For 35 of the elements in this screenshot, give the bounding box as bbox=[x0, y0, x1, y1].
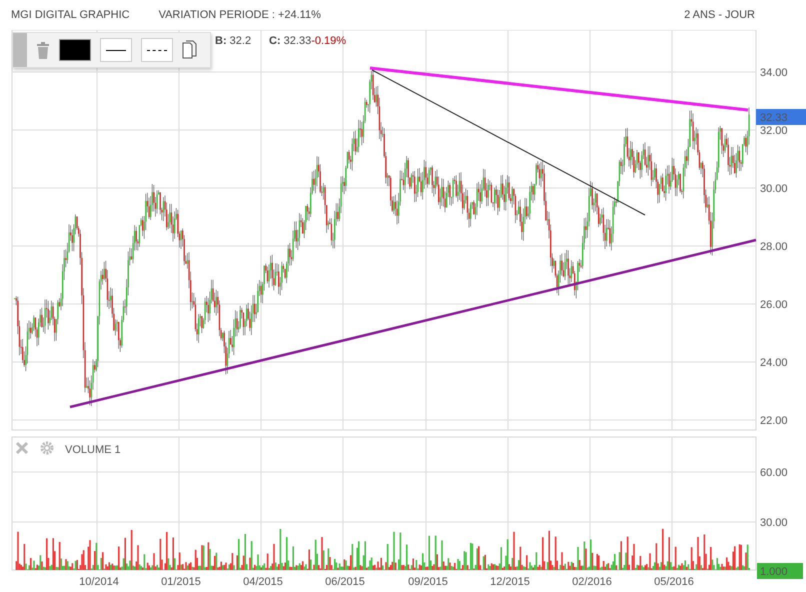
toolbar-handle[interactable] bbox=[13, 33, 27, 67]
date-axis-label: 05/2016 bbox=[654, 576, 694, 588]
price-axis-label: 22.00 bbox=[760, 415, 788, 427]
period-label: 2 ANS - JOUR bbox=[684, 9, 755, 21]
stock-title: MGI DIGITAL GRAPHIC bbox=[11, 9, 130, 21]
solid-line-button[interactable] bbox=[100, 38, 132, 62]
date-axis-label: 02/2016 bbox=[572, 576, 612, 588]
price-axis-label: 32.00 bbox=[760, 125, 788, 137]
last-volume-badge bbox=[757, 563, 803, 579]
trash-icon[interactable] bbox=[36, 42, 50, 58]
price-axis-label: 34.00 bbox=[760, 67, 788, 79]
price-reading: C: 32.33-0.19% bbox=[269, 35, 346, 47]
date-axis-label: 06/2015 bbox=[325, 576, 365, 588]
price-axis-label: 24.00 bbox=[760, 357, 788, 369]
volume-axis-label: 30.00 bbox=[760, 517, 788, 529]
price-axis-label: 30.00 bbox=[760, 183, 788, 195]
close-icon[interactable] bbox=[16, 442, 28, 454]
date-axis-label: 12/2015 bbox=[490, 576, 530, 588]
dashed-line-button[interactable] bbox=[141, 38, 173, 62]
settings-icon[interactable] bbox=[40, 442, 54, 454]
color-swatch[interactable] bbox=[59, 39, 91, 61]
copy-icon[interactable] bbox=[182, 40, 197, 60]
date-axis-label: 09/2015 bbox=[408, 576, 448, 588]
volume-title: VOLUME 1 bbox=[65, 444, 121, 456]
price-axis-label: 28.00 bbox=[760, 241, 788, 253]
date-axis-label: 10/2014 bbox=[79, 576, 119, 588]
last-price-label: 32.33 bbox=[760, 112, 788, 124]
last-price-badge bbox=[756, 109, 806, 125]
price-reading: B: 32.2 bbox=[215, 35, 252, 47]
price-axis-label: 26.00 bbox=[760, 299, 788, 311]
last-volume-label: 1.000 bbox=[760, 566, 788, 578]
date-axis-label: 01/2015 bbox=[161, 576, 201, 588]
volume-axis-label: 60.00 bbox=[760, 467, 788, 479]
date-axis-label: 04/2015 bbox=[243, 576, 283, 588]
period-variation: VARIATION PERIODE : +24.11% bbox=[158, 9, 321, 21]
